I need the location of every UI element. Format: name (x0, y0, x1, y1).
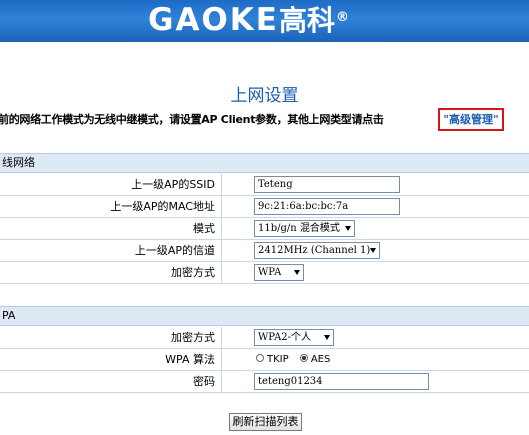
mode-select[interactable]: 11b/g/n 混合模式 (254, 220, 355, 237)
radio-tkip-label: TKIP (267, 354, 289, 365)
ssid-input[interactable] (254, 176, 400, 193)
encryption-label: 加密方式 (0, 262, 222, 283)
row-encryption: 加密方式 WPA (0, 262, 529, 284)
mac-label: 上一级AP的MAC地址 (0, 196, 222, 217)
row-wpa-encryption: 加密方式 WPA2-个人 (0, 327, 529, 349)
row-password: 密码 (0, 371, 529, 393)
mode-notice: 前的网络工作模式为无线中继模式，请设置AP Client参数，其他上网类型请点击… (0, 108, 529, 132)
chevron-down-icon (294, 270, 300, 275)
logo-cn-text: 高科 (279, 4, 336, 37)
channel-select-value: 2412MHz (Channel 1) (258, 245, 371, 256)
logo-text: GAOKE (148, 2, 279, 38)
section-header-wpa: PA (0, 306, 529, 326)
brand-logo: GAOKE高科® (148, 2, 351, 38)
password-input[interactable] (254, 373, 429, 390)
notice-text: 前的网络工作模式为无线中继模式，请设置AP Client参数，其他上网类型请点击 (0, 113, 384, 126)
header-bar: GAOKE高科® (0, 0, 529, 42)
channel-label: 上一级AP的信道 (0, 240, 222, 261)
ssid-label: 上一级AP的SSID (0, 174, 222, 195)
wpa-algorithm-radios: TKIP AES (256, 352, 330, 367)
row-mac: 上一级AP的MAC地址 (0, 196, 529, 218)
radio-aes[interactable]: AES (299, 354, 331, 365)
encryption-select[interactable]: WPA (254, 264, 304, 281)
registered-mark: ® (336, 10, 352, 25)
radio-tkip[interactable]: TKIP (256, 354, 289, 365)
row-channel: 上一级AP的信道 2412MHz (Channel 1) (0, 240, 529, 262)
wpa-encryption-select-value: WPA2-个人 (258, 332, 312, 343)
chevron-down-icon (370, 248, 376, 253)
radio-aes-label: AES (310, 354, 331, 365)
refresh-scan-button[interactable]: 刷新扫描列表 (229, 413, 302, 431)
wpa-encryption-select[interactable]: WPA2-个人 (254, 329, 334, 346)
advanced-settings-link[interactable]: "高级管理" (438, 108, 504, 131)
wpa-encryption-label: 加密方式 (0, 327, 222, 348)
row-ssid: 上一级AP的SSID (0, 174, 529, 196)
password-label: 密码 (0, 371, 222, 392)
mac-input[interactable] (254, 198, 400, 215)
section-header-wireless: 线网络 (0, 153, 529, 173)
mode-select-value: 11b/g/n 混合模式 (258, 223, 340, 234)
wpa-algorithm-label: WPA 算法 (0, 349, 222, 370)
encryption-select-value: WPA (258, 267, 282, 278)
row-wpa-algorithm: WPA 算法 TKIP AES (0, 349, 529, 371)
page-title: 上网设置 (230, 86, 299, 106)
mode-label: 模式 (0, 218, 222, 239)
chevron-down-icon (324, 335, 330, 340)
row-mode: 模式 11b/g/n 混合模式 (0, 218, 529, 240)
chevron-down-icon (345, 226, 351, 231)
radio-tkip-circle[interactable] (256, 354, 264, 362)
channel-select[interactable]: 2412MHz (Channel 1) (254, 242, 380, 259)
radio-aes-circle[interactable] (299, 354, 308, 362)
